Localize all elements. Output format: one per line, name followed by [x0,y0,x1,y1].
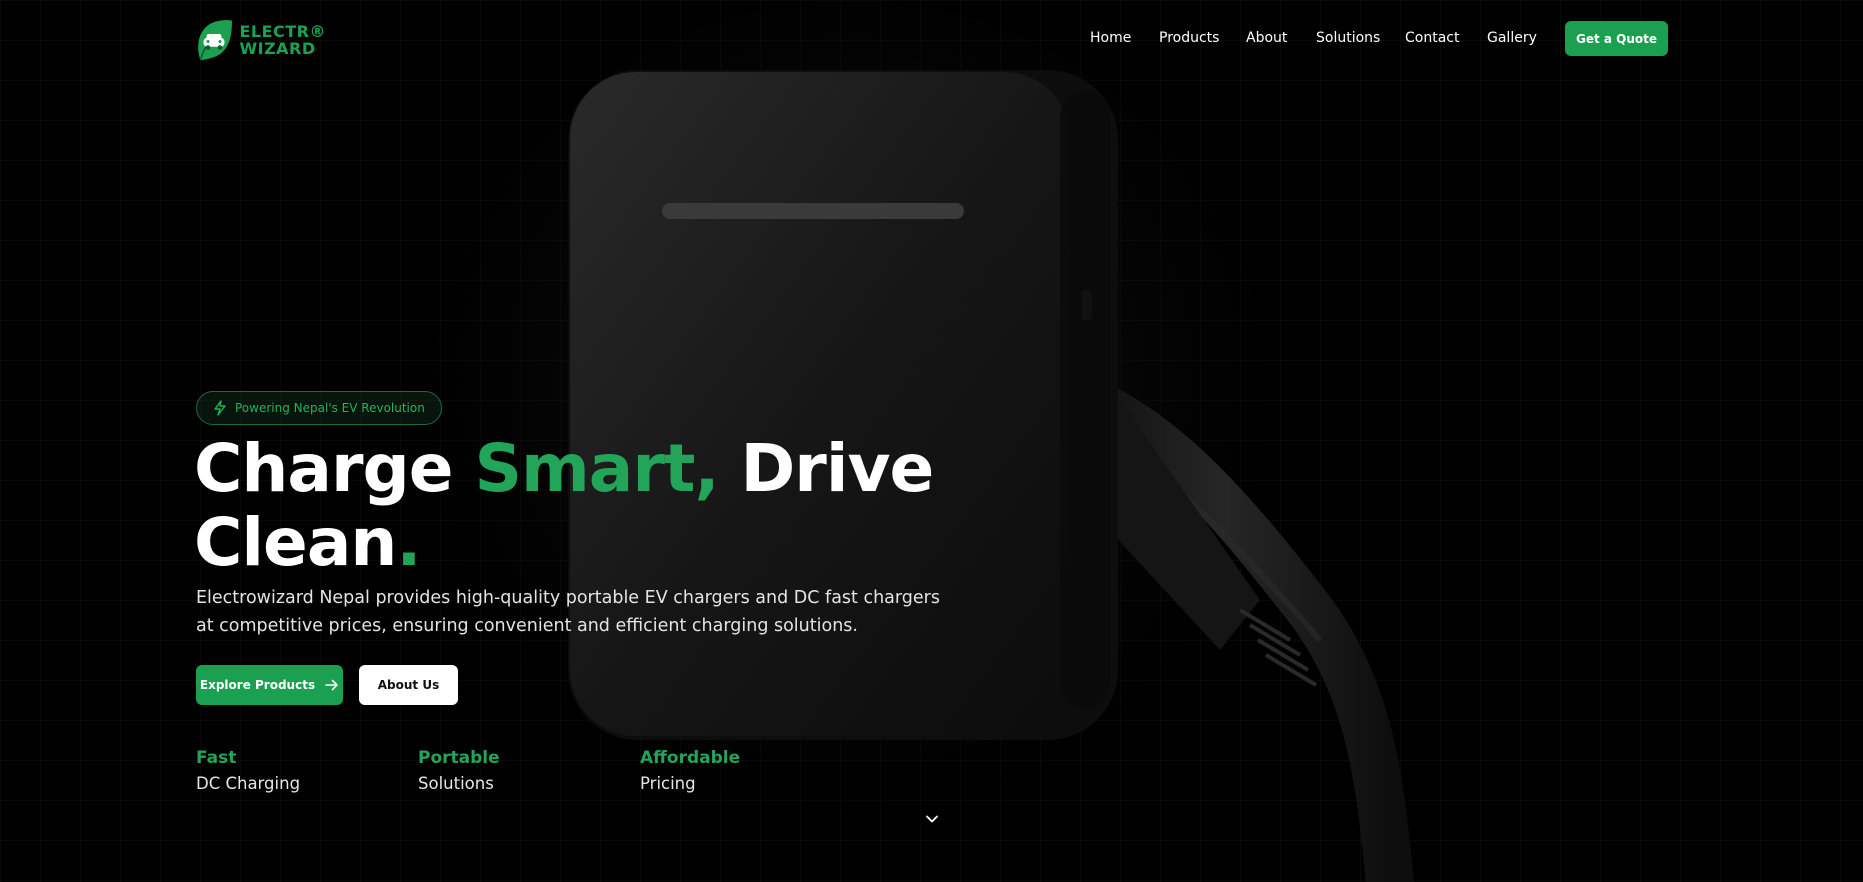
about-us-button[interactable]: About Us [359,665,458,705]
hero-badge: Powering Nepal's EV Revolution [196,391,442,425]
brand-line-1: ELECTR® [239,22,326,41]
hero-title-line2: Clean [194,504,397,581]
feature-title: Affordable [640,748,741,768]
feature-portable: Portable Solutions [418,746,618,798]
explore-products-button[interactable]: Explore Products [196,665,343,705]
feature-title: Portable [418,748,500,768]
nav-about[interactable]: About [1246,30,1287,46]
lightning-icon [214,400,226,416]
get-quote-button[interactable]: Get a Quote [1565,21,1668,56]
nav-gallery[interactable]: Gallery [1487,30,1537,46]
explore-products-label: Explore Products [199,678,316,692]
brand-name: ELECTR® WIZARD [239,23,326,57]
hero-title-part1: Charge [194,430,475,507]
brand-logo[interactable]: ELECTR® WIZARD [196,10,326,70]
feature-subtitle: Solutions [418,774,494,793]
hero-title: Charge Smart, Drive Clean. [194,432,994,580]
leaf-car-icon [198,20,232,61]
brand-line-2: WIZARD [239,39,316,58]
hero-title-dot: . [396,504,421,581]
feature-subtitle: DC Charging [196,774,301,793]
feature-fast: Fast DC Charging [196,746,396,798]
feature-subtitle: Pricing [640,774,696,793]
nav-home[interactable]: Home [1090,30,1131,46]
hero-badge-text: Powering Nepal's EV Revolution [235,401,425,415]
arrow-right-icon [325,679,338,691]
hero-title-part2: Drive [718,430,934,507]
hero-description: Electrowizard Nepal provides high-qualit… [196,588,940,636]
nav-products[interactable]: Products [1159,30,1219,46]
feature-title: Fast [196,748,237,768]
nav-solutions[interactable]: Solutions [1316,30,1380,46]
site-header: ELECTR® WIZARD Home Products About Solut… [0,0,1863,76]
feature-affordable: Affordable Pricing [640,746,840,798]
nav-contact[interactable]: Contact [1405,30,1459,46]
hero-title-accent: Smart, [474,430,720,507]
chevron-down-icon[interactable] [924,811,940,827]
